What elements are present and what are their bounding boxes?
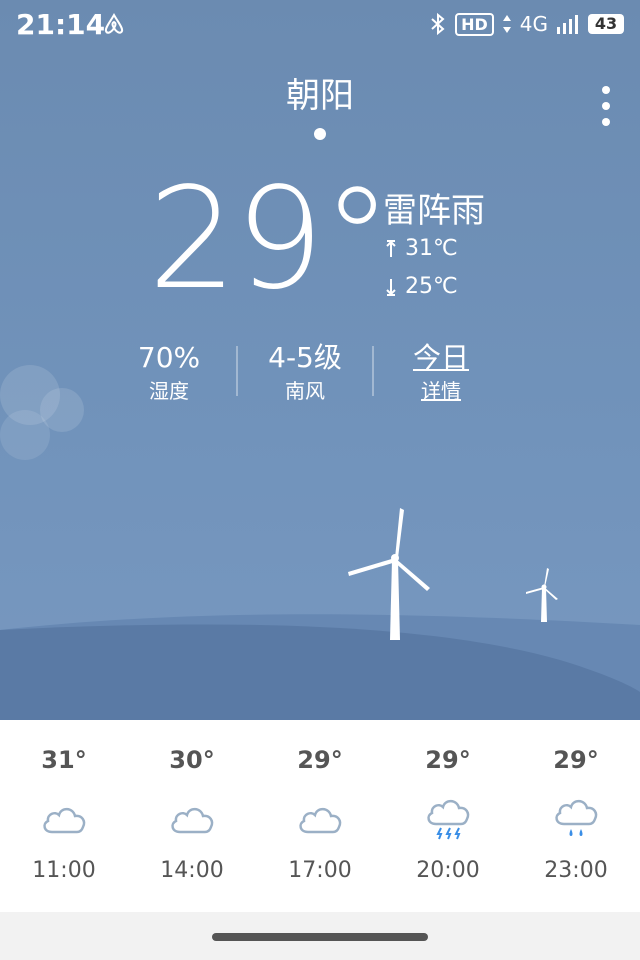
small-wind-turbine-icon: [526, 568, 558, 622]
metric-divider: [236, 346, 238, 396]
forecast-item: 31° 11:00: [0, 720, 128, 912]
details-link-text[interactable]: 详情: [376, 376, 506, 406]
hourly-forecast: 31° 11:00 30° 14:00 29° 17:00 29° 20:00 …: [0, 720, 640, 912]
low-temp-row: 25℃: [385, 274, 458, 299]
hd-icon: HD: [455, 12, 494, 36]
battery-icon: 43: [588, 14, 624, 34]
humidity-metric: 70% 湿度: [104, 340, 234, 406]
wind-value: 4-5级: [268, 341, 342, 374]
background-cloud-icon: [0, 365, 84, 460]
forecast-time: 11:00: [32, 858, 96, 883]
weather-hero: 21:14 HD 4G 43 朝阳 29° 雷阵雨 31℃ 25℃ 70% 湿度…: [0, 0, 640, 720]
humidity-value: 70%: [137, 341, 201, 374]
cloud-icon: [43, 807, 86, 834]
current-temperature: 29°: [148, 158, 392, 321]
forecast-time: 20:00: [416, 858, 480, 883]
forecast-time: 23:00: [544, 858, 608, 883]
home-gesture-handle[interactable]: [212, 933, 428, 941]
arrow-down-icon: [386, 278, 396, 296]
forecast-time: 14:00: [160, 858, 224, 883]
menu-dot-icon: [602, 118, 610, 126]
forecast-time: 17:00: [288, 858, 352, 883]
metric-divider: [372, 346, 374, 396]
more-menu-button[interactable]: [598, 86, 614, 126]
forecast-temp: 31°: [41, 746, 87, 774]
bluetooth-icon: [431, 12, 445, 36]
forecast-temp: 29°: [297, 746, 343, 774]
page-indicator-dot: [314, 128, 326, 140]
landscape-illustration: [0, 508, 640, 720]
forecast-item: 29° 23:00: [512, 720, 640, 912]
thunder-rain-icon: [427, 799, 470, 840]
status-bar: 21:14 HD 4G 43: [0, 0, 640, 48]
forecast-temp: 29°: [553, 746, 599, 774]
weather-condition: 雷阵雨: [383, 191, 485, 231]
airbnb-like-icon: [104, 12, 124, 34]
wind-metric: 4-5级 南风: [240, 340, 370, 406]
forecast-temp: 29°: [425, 746, 471, 774]
weather-metrics: 70% 湿度 4-5级 南风 今日 详情: [104, 340, 534, 410]
today-link-text[interactable]: 今日: [376, 340, 506, 376]
high-temp: 31℃: [405, 236, 458, 261]
menu-dot-icon: [602, 102, 610, 110]
cloud-icon: [171, 807, 214, 834]
high-temp-row: 31℃: [385, 236, 458, 261]
rain-cloud-icon: [555, 799, 598, 836]
low-temp: 25℃: [405, 274, 458, 299]
forecast-item: 30° 14:00: [128, 720, 256, 912]
wind-label: 南风: [285, 379, 325, 403]
menu-dot-icon: [602, 86, 610, 94]
system-nav-bar: [0, 912, 640, 960]
network-type: 4G: [519, 12, 548, 36]
data-arrows-icon: [502, 15, 511, 33]
signal-icon: [557, 15, 578, 34]
forecast-temp: 30°: [169, 746, 215, 774]
cloud-icon: [299, 807, 342, 834]
arrow-up-icon: [386, 239, 396, 257]
city-name[interactable]: 朝阳: [0, 68, 640, 117]
status-time: 21:14: [16, 8, 106, 41]
humidity-label: 湿度: [149, 379, 189, 403]
status-icons: HD 4G 43: [429, 8, 624, 40]
today-details-link[interactable]: 今日 详情: [376, 340, 506, 406]
forecast-item: 29° 20:00: [384, 720, 512, 912]
forecast-item: 29° 17:00: [256, 720, 384, 912]
